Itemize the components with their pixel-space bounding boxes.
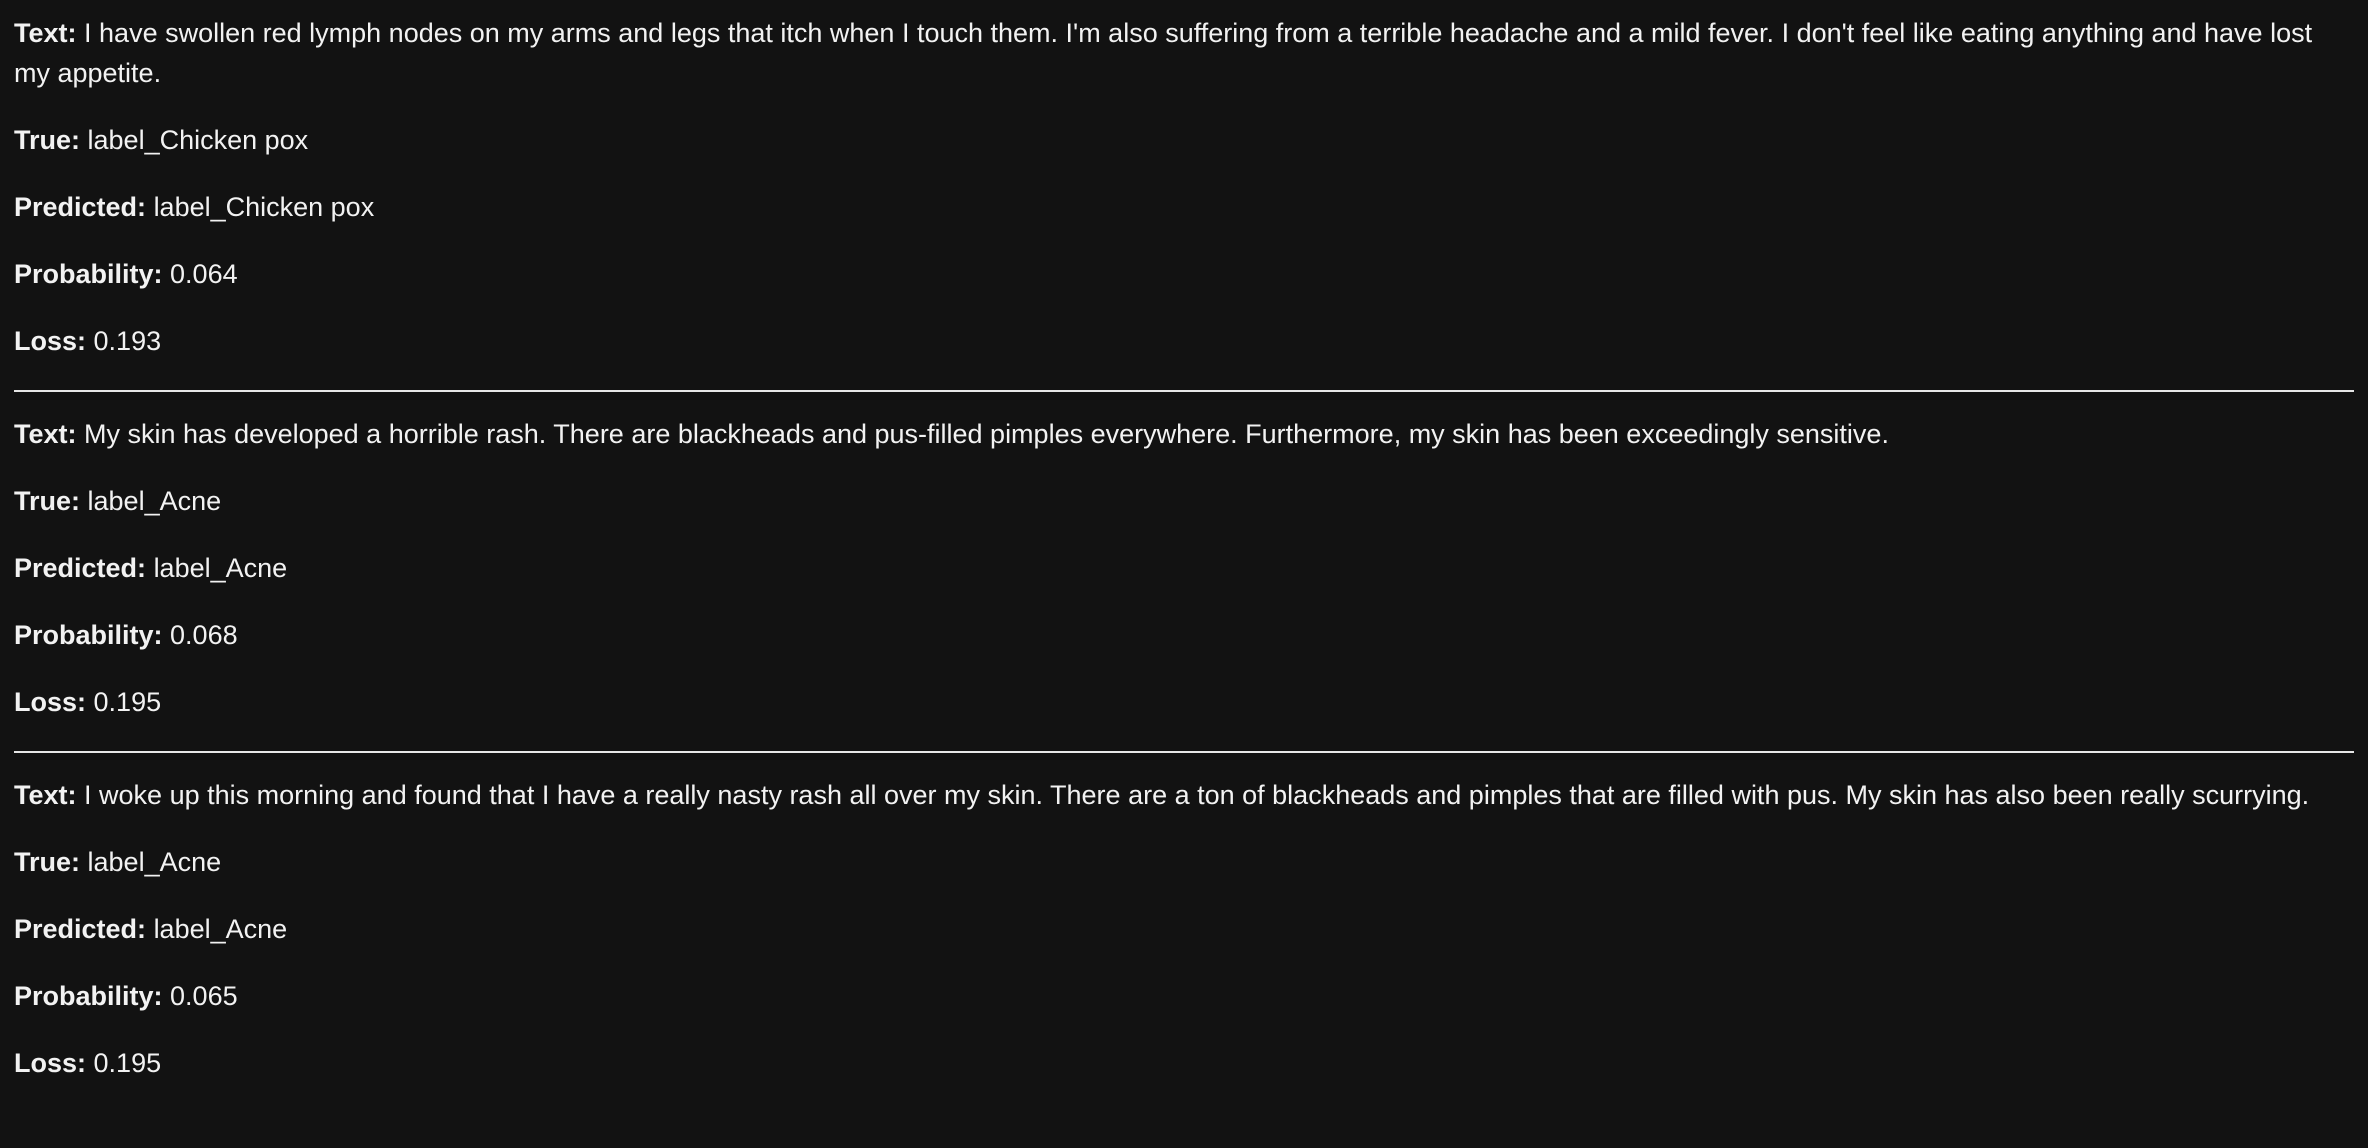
record-true-label: True: label_Acne bbox=[14, 481, 2354, 521]
result-record-3: Text: I woke up this morning and found t… bbox=[14, 775, 2354, 1083]
predicted-value: label_Chicken pox bbox=[153, 192, 375, 222]
probability-value: 0.068 bbox=[170, 620, 238, 650]
probability-label: Probability: bbox=[14, 981, 163, 1011]
predicted-label: Predicted: bbox=[14, 914, 147, 944]
probability-label: Probability: bbox=[14, 259, 163, 289]
predicted-value: label_Acne bbox=[153, 553, 288, 583]
loss-value: 0.195 bbox=[93, 687, 162, 717]
text-value: I woke up this morning and found that I … bbox=[84, 780, 2310, 810]
record-true-label: True: label_Acne bbox=[14, 842, 2354, 882]
record-loss: Loss: 0.193 bbox=[14, 321, 2354, 361]
text-label: Text: bbox=[14, 780, 77, 810]
record-true-label: True: label_Chicken pox bbox=[14, 120, 2354, 160]
record-predicted-label: Predicted: label_Acne bbox=[14, 909, 2354, 949]
loss-label: Loss: bbox=[14, 687, 87, 717]
predicted-label: Predicted: bbox=[14, 553, 147, 583]
result-record-2: Text: My skin has developed a horrible r… bbox=[14, 414, 2354, 722]
text-label: Text: bbox=[14, 419, 77, 449]
probability-value: 0.065 bbox=[170, 981, 238, 1011]
probability-label: Probability: bbox=[14, 620, 163, 650]
true-label: True: bbox=[14, 125, 81, 155]
loss-value: 0.193 bbox=[93, 326, 162, 356]
true-label: True: bbox=[14, 847, 81, 877]
result-record-1: Text: I have swollen red lymph nodes on … bbox=[14, 13, 2354, 361]
record-predicted-label: Predicted: label_Acne bbox=[14, 548, 2354, 588]
true-label: True: bbox=[14, 486, 81, 516]
true-value: label_Acne bbox=[87, 847, 222, 877]
text-value: I have swollen red lymph nodes on my arm… bbox=[14, 18, 2313, 88]
probability-value: 0.064 bbox=[170, 259, 238, 289]
record-divider bbox=[14, 390, 2354, 392]
loss-label: Loss: bbox=[14, 1048, 87, 1078]
record-predicted-label: Predicted: label_Chicken pox bbox=[14, 187, 2354, 227]
predicted-value: label_Acne bbox=[153, 914, 288, 944]
true-value: label_Acne bbox=[87, 486, 222, 516]
record-text: Text: I have swollen red lymph nodes on … bbox=[14, 13, 2354, 93]
predicted-label: Predicted: bbox=[14, 192, 147, 222]
loss-value: 0.195 bbox=[93, 1048, 162, 1078]
loss-label: Loss: bbox=[14, 326, 87, 356]
record-text: Text: I woke up this morning and found t… bbox=[14, 775, 2354, 815]
text-value: My skin has developed a horrible rash. T… bbox=[84, 419, 1889, 449]
record-loss: Loss: 0.195 bbox=[14, 682, 2354, 722]
results-list: Text: I have swollen red lymph nodes on … bbox=[0, 0, 2368, 1083]
true-value: label_Chicken pox bbox=[87, 125, 309, 155]
record-loss: Loss: 0.195 bbox=[14, 1043, 2354, 1083]
record-probability: Probability: 0.064 bbox=[14, 254, 2354, 294]
record-probability: Probability: 0.068 bbox=[14, 615, 2354, 655]
text-label: Text: bbox=[14, 18, 77, 48]
record-text: Text: My skin has developed a horrible r… bbox=[14, 414, 2354, 454]
record-probability: Probability: 0.065 bbox=[14, 976, 2354, 1016]
record-divider bbox=[14, 751, 2354, 753]
